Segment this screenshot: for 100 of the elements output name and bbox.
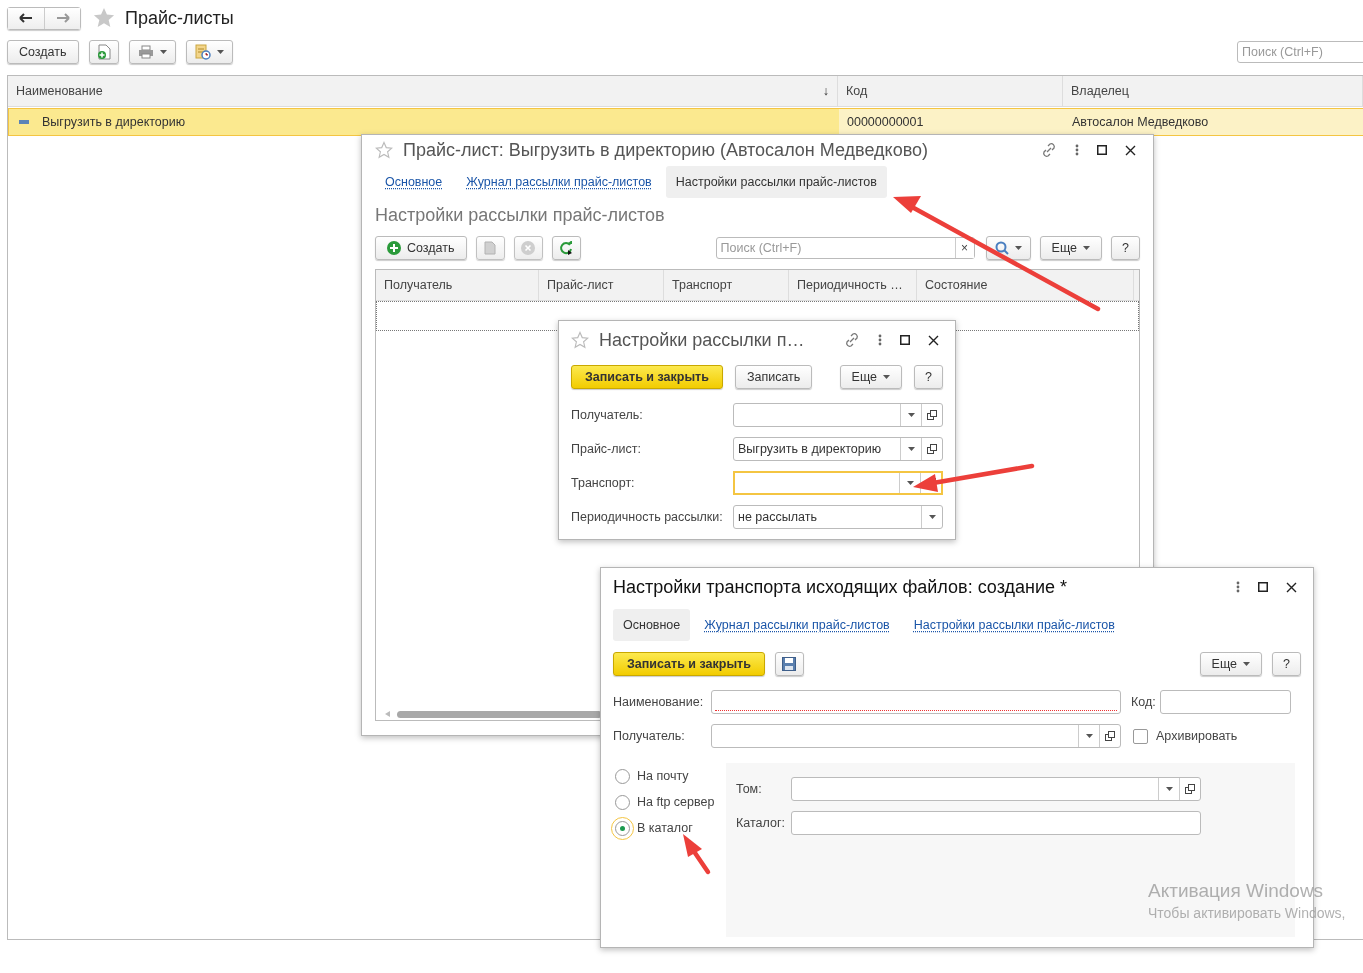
field-label: Получатель: bbox=[613, 729, 686, 743]
column-header[interactable]: Код bbox=[838, 76, 1063, 106]
checkbox[interactable] bbox=[1133, 728, 1148, 744]
maximize-icon[interactable] bbox=[1097, 145, 1107, 155]
create-button[interactable]: Создать bbox=[375, 236, 467, 260]
star-icon[interactable] bbox=[571, 331, 589, 349]
column-header[interactable]: Периодичность … bbox=[789, 270, 917, 300]
caret-icon bbox=[906, 481, 914, 485]
more-icon[interactable] bbox=[1075, 144, 1079, 156]
more-button[interactable]: Еще bbox=[839, 365, 902, 389]
table-row[interactable]: Выгрузить в директорию 00000000001 Автосалон Медведково bbox=[8, 108, 1363, 136]
table-cell: 00000000001 bbox=[847, 115, 924, 129]
group-icon bbox=[19, 120, 29, 124]
field-label: Транспорт: bbox=[571, 476, 636, 490]
caret-icon bbox=[216, 50, 224, 54]
refresh-icon bbox=[559, 241, 573, 255]
print-button[interactable] bbox=[128, 40, 176, 64]
save-and-close-button[interactable]: Записать и закрыть bbox=[571, 365, 723, 389]
column-header[interactable]: Состояние bbox=[917, 270, 1134, 300]
tab[interactable]: Журнал рассылки прайс-листов bbox=[456, 166, 662, 198]
link-icon[interactable] bbox=[1041, 142, 1057, 158]
save-and-close-button[interactable]: Записать и закрыть bbox=[613, 652, 765, 676]
field-label: Наименование: bbox=[613, 695, 705, 709]
open-window-icon bbox=[1185, 784, 1195, 794]
field-label: Прайс-лист: bbox=[571, 442, 642, 456]
column-header[interactable]: Прайс-лист bbox=[539, 270, 664, 300]
save-button[interactable] bbox=[774, 652, 804, 676]
select-field[interactable] bbox=[791, 777, 1201, 801]
link-icon[interactable] bbox=[844, 332, 860, 348]
field-label: Код: bbox=[1131, 695, 1156, 709]
tab[interactable]: Настройки рассылки прайс-листов bbox=[903, 609, 1125, 641]
radio-label[interactable]: На ftp сервер bbox=[637, 795, 715, 809]
close-icon[interactable] bbox=[928, 334, 939, 346]
section-title: Настройки рассылки прайс-листов bbox=[375, 204, 666, 227]
help-button[interactable]: ? bbox=[914, 365, 943, 389]
column-header[interactable]: Наименование ↓ bbox=[8, 76, 838, 106]
input-field[interactable] bbox=[1159, 690, 1291, 714]
right-arrow-icon bbox=[55, 13, 70, 23]
column-header[interactable]: Получатель bbox=[376, 270, 539, 300]
caret-icon bbox=[1085, 734, 1093, 738]
back-button[interactable] bbox=[8, 7, 44, 29]
select-field[interactable]: Выгрузить в директорию bbox=[733, 437, 943, 461]
caret-icon bbox=[928, 515, 936, 519]
radio-button[interactable] bbox=[615, 820, 630, 836]
save-button[interactable]: Записать bbox=[734, 365, 813, 389]
maximize-icon[interactable] bbox=[900, 335, 910, 345]
cancel-circle-icon bbox=[521, 241, 535, 255]
star-icon[interactable] bbox=[93, 7, 115, 29]
left-arrow-icon bbox=[19, 13, 33, 23]
more-icon[interactable] bbox=[1236, 581, 1240, 593]
caret-icon bbox=[159, 50, 167, 54]
close-icon[interactable] bbox=[1286, 581, 1297, 593]
input-field[interactable] bbox=[791, 811, 1201, 835]
printer-icon bbox=[137, 45, 154, 59]
field-label: Каталог: bbox=[736, 816, 786, 830]
plus-circle-icon bbox=[387, 241, 401, 255]
close-icon[interactable] bbox=[1125, 144, 1136, 156]
annotation-arrow bbox=[683, 834, 711, 875]
search-icon bbox=[994, 241, 1009, 255]
window-title: Настройки транспорта исходящих файлов: создание * bbox=[613, 576, 1068, 598]
help-button[interactable]: ? bbox=[1272, 652, 1301, 676]
help-button[interactable]: ? bbox=[1111, 236, 1140, 260]
radio-label[interactable]: На почту bbox=[637, 769, 689, 783]
select-field[interactable] bbox=[711, 724, 1121, 748]
star-icon[interactable] bbox=[375, 141, 393, 159]
open-window-icon bbox=[927, 410, 937, 420]
tab[interactable]: Журнал рассылки прайс-листов bbox=[694, 609, 900, 641]
radio-label[interactable]: В каталог bbox=[637, 821, 693, 835]
select-field[interactable]: не рассылать bbox=[733, 505, 943, 529]
window-title: Прайс-лист: Выгрузить в директорию (Автосалон Медведково) bbox=[403, 139, 929, 161]
select-field[interactable] bbox=[733, 403, 943, 427]
select-field[interactable] bbox=[733, 471, 943, 495]
tab[interactable]: Настройки рассылки прайс-листов bbox=[665, 166, 887, 198]
tab[interactable]: Основное bbox=[375, 166, 453, 198]
caret-icon bbox=[907, 447, 915, 451]
more-icon[interactable] bbox=[878, 334, 882, 346]
field-label: Получатель: bbox=[571, 408, 644, 422]
checkbox-label[interactable]: Архивировать bbox=[1156, 729, 1238, 743]
caret-icon bbox=[1083, 246, 1090, 250]
scrollbar-thumb[interactable] bbox=[397, 710, 602, 718]
document-icon bbox=[484, 241, 496, 255]
refresh-button[interactable] bbox=[551, 236, 581, 260]
page-title: Прайс-листы bbox=[125, 7, 234, 29]
column-header[interactable]: Транспорт bbox=[664, 270, 789, 300]
caret-icon bbox=[883, 375, 890, 379]
more-button[interactable]: Еще bbox=[1039, 236, 1102, 260]
tab[interactable]: Основное bbox=[613, 609, 691, 641]
clear-button[interactable]: × bbox=[954, 238, 974, 258]
table-cell: Выгрузить в директорию bbox=[42, 115, 186, 129]
input-field[interactable] bbox=[711, 690, 1121, 714]
field-label: Том: bbox=[736, 782, 763, 796]
search-field[interactable]: Поиск (Ctrl+F) × bbox=[715, 237, 975, 259]
document-clock-icon bbox=[194, 44, 211, 60]
open-window-icon bbox=[927, 444, 937, 454]
report-button[interactable] bbox=[185, 40, 233, 64]
create-button[interactable]: Создать bbox=[7, 40, 79, 64]
add-document-button[interactable] bbox=[88, 40, 119, 64]
more-button[interactable]: Еще bbox=[1199, 652, 1262, 676]
column-header[interactable]: Владелец bbox=[1063, 76, 1363, 106]
maximize-icon[interactable] bbox=[1258, 582, 1268, 592]
